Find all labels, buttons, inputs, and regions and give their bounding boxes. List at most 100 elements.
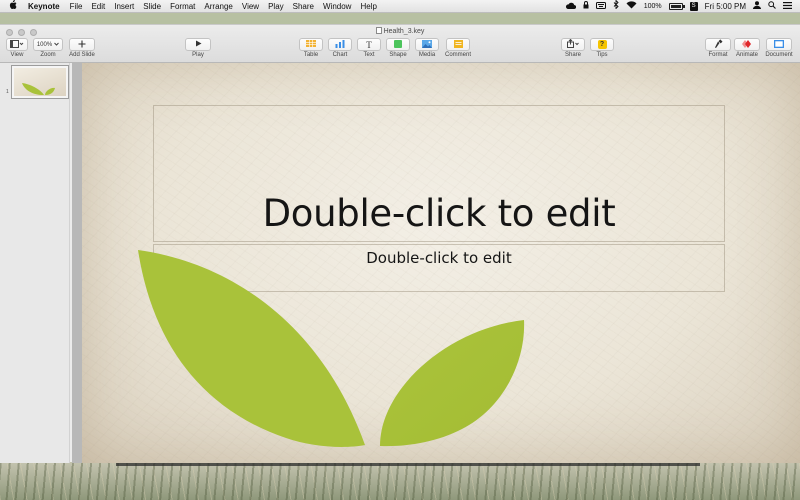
zoom-tool[interactable]: 100% Zoom (33, 38, 63, 58)
animate-button[interactable] (734, 38, 760, 51)
desktop-background (0, 460, 800, 500)
menubar-clock[interactable]: Fri 5:00 PM (705, 2, 746, 11)
document-icon (375, 27, 382, 34)
keyboard-icon[interactable] (595, 0, 606, 13)
comment-tool[interactable]: Comment (443, 38, 473, 58)
photo-icon (422, 39, 432, 50)
text-icon: T (366, 39, 372, 50)
wifi-icon[interactable] (626, 0, 637, 13)
table-label: Table (303, 52, 319, 58)
user-icon[interactable] (753, 0, 761, 13)
view-tool[interactable]: View (5, 38, 29, 58)
keynote-window: Health_3.key View 100% Zoom Add Slide Pl… (0, 24, 800, 463)
tips-button[interactable]: ? (590, 38, 614, 51)
notification-center-icon[interactable] (783, 0, 792, 13)
table-tool[interactable]: Table (298, 38, 324, 58)
document-tool[interactable]: Document (763, 38, 795, 58)
document-label: Document (765, 52, 793, 58)
bar-chart-icon (335, 39, 345, 50)
view-layout-icon (10, 39, 24, 50)
bluetooth-icon[interactable] (613, 0, 619, 13)
format-label: Format (708, 52, 728, 58)
right-leaf (380, 320, 525, 447)
menu-format[interactable]: Format (170, 2, 195, 11)
menu-share[interactable]: Share (293, 2, 314, 11)
animate-tool[interactable]: Animate (733, 38, 761, 58)
zoom-value: 100% (36, 41, 53, 48)
tips-label: Tips (596, 52, 608, 58)
slide-thumbnail[interactable] (11, 65, 69, 99)
menu-bar: Keynote File Edit Insert Slide Format Ar… (0, 0, 800, 13)
battery-percent: 100% (643, 2, 662, 10)
chart-tool[interactable]: Chart (327, 38, 353, 58)
table-icon (306, 40, 316, 49)
menu-slide[interactable]: Slide (143, 2, 161, 11)
zoom-label: Zoom (40, 52, 56, 58)
play-button[interactable] (185, 38, 211, 51)
title-toolbar: Health_3.key View 100% Zoom Add Slide Pl… (0, 25, 800, 63)
comment-label: Comment (444, 52, 471, 58)
tips-tool[interactable]: ? Tips (589, 38, 615, 58)
document-title-text: Health_3.key (383, 28, 425, 35)
chevron-down-icon (54, 41, 60, 48)
text-label: Text (363, 52, 375, 58)
view-label: View (10, 52, 24, 58)
paintbrush-icon (714, 39, 723, 50)
slide-navigator: 1 (0, 63, 70, 463)
chart-label: Chart (332, 52, 348, 58)
menu-insert[interactable]: Insert (114, 2, 134, 11)
zoom-select[interactable]: 100% (33, 38, 63, 51)
shape-label: Shape (389, 52, 407, 58)
cloud-icon[interactable] (565, 0, 576, 13)
apple-icon[interactable] (9, 0, 18, 13)
menu-play[interactable]: Play (268, 2, 284, 11)
plus-icon (78, 40, 86, 50)
comment-button[interactable] (446, 38, 470, 51)
search-icon[interactable] (768, 0, 776, 13)
media-button[interactable] (415, 38, 439, 51)
animate-label: Animate (735, 52, 758, 58)
play-label: Play (192, 52, 204, 58)
menu-app-name[interactable]: Keynote (28, 2, 60, 11)
add-slide-tool[interactable]: Add Slide (66, 38, 98, 58)
shape-tool[interactable]: Shape (385, 38, 411, 58)
document-button[interactable] (766, 38, 792, 51)
view-button[interactable] (6, 38, 28, 51)
battery-icon[interactable] (668, 2, 685, 10)
format-tool[interactable]: Format (704, 38, 732, 58)
media-tool[interactable]: Media (414, 38, 440, 58)
text-tool[interactable]: T Text (356, 38, 382, 58)
lock-icon[interactable] (583, 0, 589, 13)
slide[interactable]: Double-click to edit Double-click to edi… (82, 63, 800, 463)
shape-icon (394, 39, 402, 50)
text-button[interactable]: T (357, 38, 381, 51)
add-slide-button[interactable] (69, 38, 95, 51)
chart-button[interactable] (328, 38, 352, 51)
shape-button[interactable] (386, 38, 410, 51)
leaves-graphic[interactable] (82, 63, 800, 463)
animate-diamond-icon (742, 39, 752, 50)
menu-help[interactable]: Help (360, 2, 376, 11)
menu-view[interactable]: View (242, 2, 259, 11)
table-button[interactable] (299, 38, 323, 51)
thumbnail-leaves (22, 83, 55, 95)
share-label: Share (564, 52, 581, 58)
play-tool[interactable]: Play (185, 38, 211, 58)
menu-edit[interactable]: Edit (91, 2, 105, 11)
slide-number: 1 (6, 89, 9, 95)
document-title[interactable]: Health_3.key (0, 27, 800, 35)
menu-window[interactable]: Window (323, 2, 351, 11)
play-icon (195, 40, 202, 49)
left-leaf (138, 250, 365, 447)
share-icon (567, 38, 579, 50)
format-button[interactable] (705, 38, 731, 51)
app-badge[interactable]: S (689, 1, 698, 11)
add-slide-label: Add Slide (69, 52, 95, 58)
menu-file[interactable]: File (70, 2, 83, 11)
comment-icon (453, 39, 463, 50)
share-tool[interactable]: Share (560, 38, 586, 58)
share-button[interactable] (561, 38, 585, 51)
document-settings-icon (774, 39, 784, 50)
menu-arrange[interactable]: Arrange (204, 2, 232, 11)
slide-canvas: Double-click to edit Double-click to edi… (72, 63, 800, 463)
